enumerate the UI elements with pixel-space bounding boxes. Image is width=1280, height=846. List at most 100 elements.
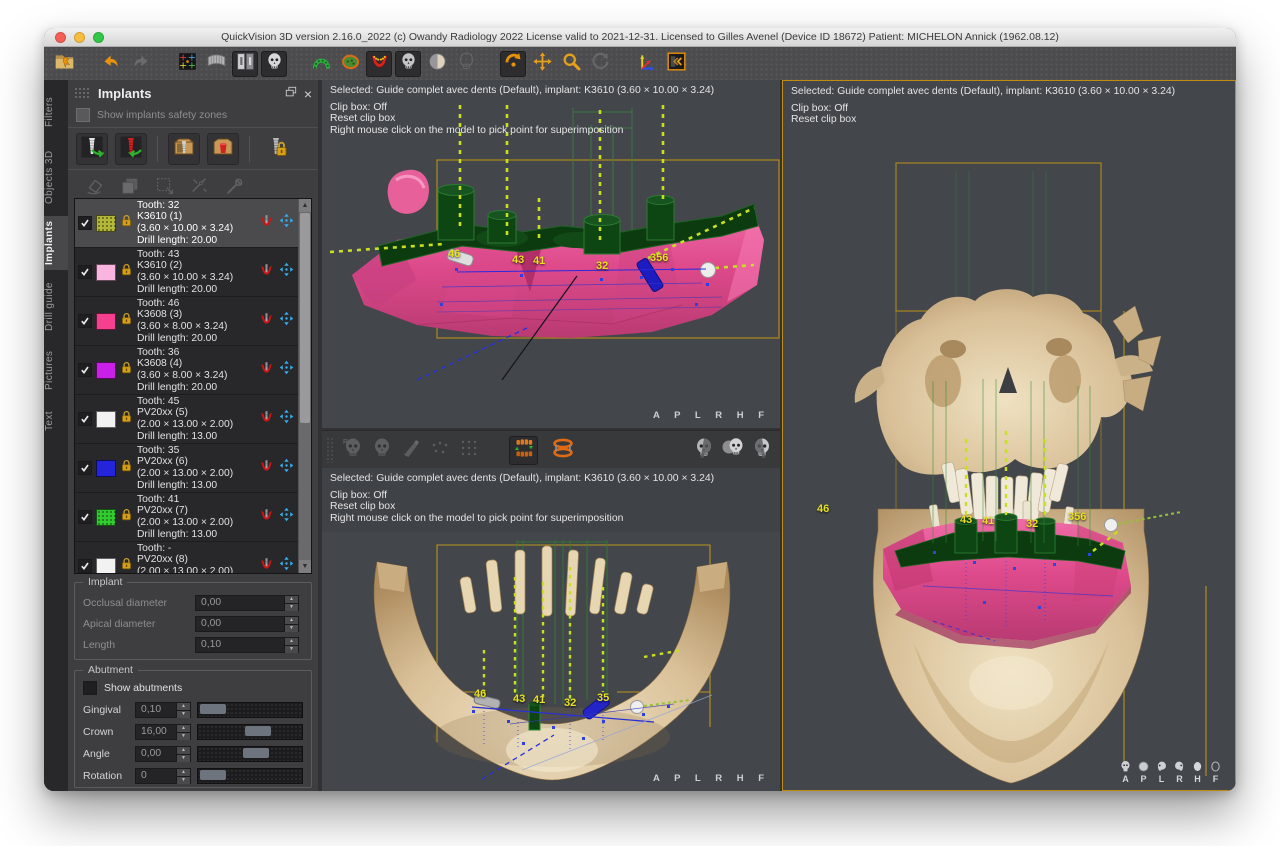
move-implant-icon[interactable] [279,458,294,478]
viewport-skull-3d[interactable]: Selected: Guide complet avec dents (Defa… [782,80,1236,791]
spin-up-icon[interactable]: ▲ [285,596,298,603]
crown-input[interactable]: 16,00▲▼ [135,724,191,740]
skull-front-button[interactable] [367,436,396,465]
implant-visible-checkbox[interactable] [78,216,92,230]
implant-color-swatch[interactable] [96,313,116,330]
points-sparse-button[interactable] [425,436,454,465]
move-implant-icon[interactable] [279,409,294,429]
crown-slider-thumb[interactable] [245,726,271,736]
spin-down-icon[interactable]: ▼ [177,710,190,718]
sidebar-tab-drill-guide[interactable]: Drill guide [44,276,68,338]
scroll-up-button[interactable]: ▲ [299,199,311,212]
implant-marker-icon[interactable] [259,409,274,429]
close-panel-icon[interactable]: × [304,88,312,100]
undock-panel-icon[interactable] [285,85,297,103]
minimize-window-button[interactable] [74,32,85,43]
spin-down-icon[interactable]: ▼ [285,603,298,611]
jaw-band-button[interactable] [548,436,577,465]
sidebar-tab-implants[interactable]: Implants [44,216,68,270]
sidebar-tab-pictures[interactable]: Pictures [44,344,68,396]
angle-slider[interactable] [197,746,303,762]
mirror-skull-button[interactable] [718,436,747,465]
implant-visible-checkbox[interactable] [78,265,92,279]
skull-view-button[interactable] [261,51,287,77]
implant-visible-checkbox[interactable] [78,461,92,475]
multi-view-button[interactable] [174,51,200,77]
implant-list-item[interactable]: Tooth: 32K3610 (1)(3.60 × 10.00 × 3.24)D… [75,199,299,248]
lock-icon[interactable] [120,361,133,379]
mandible-button[interactable] [366,51,392,77]
reset-clip-link[interactable]: Reset clip box [330,501,714,513]
crown-slider[interactable] [197,724,303,740]
implant-visible-checkbox[interactable] [78,510,92,524]
implant-color-swatch[interactable] [96,460,116,477]
rotation-slider-thumb[interactable] [200,770,226,780]
implant-visible-checkbox[interactable] [78,363,92,377]
implant-marker-icon[interactable] [259,556,274,574]
implant-list-item[interactable]: Tooth: 43K3610 (2)(3.60 × 10.00 × 3.24)D… [75,248,299,297]
gingival-input[interactable]: 0,10▲▼ [135,702,191,718]
lock-icon[interactable] [120,508,133,526]
implant-color-swatch[interactable] [96,411,116,428]
close-window-button[interactable] [55,32,66,43]
scroll-down-button[interactable]: ▼ [299,560,311,573]
pan-button[interactable] [529,51,555,77]
orientation-l[interactable]: L [1154,760,1169,784]
orientation-p[interactable]: P [1136,760,1151,784]
zoom-button[interactable] [558,51,584,77]
gingival-slider-thumb[interactable] [200,704,226,714]
spinner-buttons[interactable]: ▲▼ [176,703,190,717]
half-sphere-button[interactable] [424,51,450,77]
scroll-thumb[interactable] [300,213,310,423]
orientation-a[interactable]: A [1118,760,1133,784]
axes-button[interactable] [634,51,660,77]
implant-color-swatch[interactable] [96,264,116,281]
skull-3d-button[interactable] [395,51,421,77]
implant-color-swatch[interactable] [96,215,116,232]
implant-list-item[interactable]: Tooth: 45PV20xx (5)(2.00 × 13.00 × 2.00)… [75,395,299,444]
implant-marker-icon[interactable] [259,262,274,282]
lock-icon[interactable] [120,263,133,281]
rotation-slider[interactable] [197,768,303,784]
spin-up-icon[interactable]: ▲ [177,747,190,754]
sidebar-tab-text[interactable]: Text [44,402,68,440]
teeth-superimpose-button[interactable] [509,436,538,465]
spin-up-icon[interactable]: ▲ [177,703,190,710]
implant-list-item[interactable]: Tooth: 36K3608 (4)(3.60 × 8.00 × 3.24)Dr… [75,346,299,395]
open-folder-button[interactable] [51,51,77,77]
gingival-slider[interactable] [197,702,303,718]
library-remove-button[interactable] [207,133,239,165]
spinner-buttons[interactable]: ▲▼ [176,725,190,739]
implant-remove-button[interactable] [115,133,147,165]
move-implant-icon[interactable] [279,262,294,282]
implant-visible-checkbox[interactable] [78,412,92,426]
mandible-guide-button[interactable] [587,436,616,465]
spin-down-icon[interactable]: ▼ [177,732,190,740]
orientation-r[interactable]: R [1172,760,1187,784]
move-implant-icon[interactable] [279,556,294,574]
reset-view-button[interactable] [587,51,613,77]
implant-marker-icon[interactable] [259,507,274,527]
orientation-f[interactable]: F [1208,760,1223,784]
lock-icon[interactable] [120,459,133,477]
undo-button[interactable] [98,51,124,77]
half-skull-button[interactable] [689,436,718,465]
skull-outline-button[interactable] [453,51,479,77]
implant-color-swatch[interactable] [96,362,116,379]
angle-input[interactable]: 0,00▲▼ [135,746,191,762]
show-abutments-checkbox[interactable] [83,681,97,695]
spin-up-icon[interactable]: ▲ [285,617,298,624]
library-implant-button[interactable] [168,133,200,165]
angle-slider-thumb[interactable] [243,748,269,758]
sidebar-tab-objects-3d[interactable]: Objects 3D [44,144,68,210]
implant-lock-button[interactable] [260,133,292,165]
spin-down-icon[interactable]: ▼ [177,776,190,784]
spinner-buttons[interactable]: ▲▼ [284,638,298,652]
implant-place-button[interactable] [76,133,108,165]
implant-visible-checkbox[interactable] [78,559,92,573]
implant-color-swatch[interactable] [96,558,116,575]
implant-list-item[interactable]: Tooth: -PV20xx (8)(2.00 × 13.00 × 2.00)D… [75,542,299,574]
implant-marker-icon[interactable] [259,360,274,380]
move-implant-icon[interactable] [279,507,294,527]
collapse-panel-button[interactable] [663,51,689,77]
